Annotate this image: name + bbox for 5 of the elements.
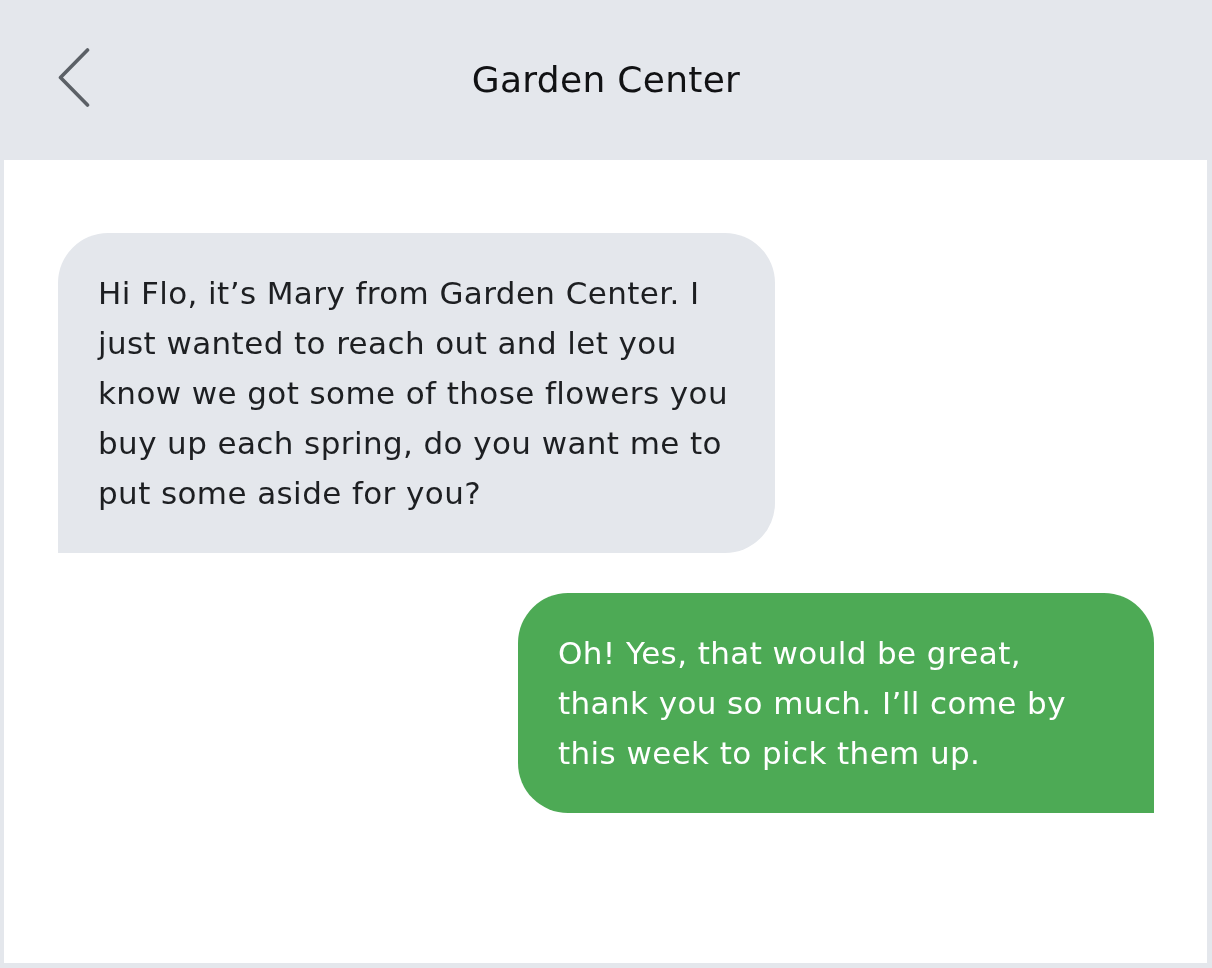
back-button[interactable] [58,48,90,107]
sent-message: Oh! Yes, that would be great, thank you so much. I’ll come by this week to pick them up. [518,593,1154,813]
chevron-left-icon [58,48,90,107]
chat-title: Garden Center [471,58,741,102]
received-message: Hi Flo, it’s Mary from Garden Center. I just wanted to reach out and let you know we got some of those flowers you buy up each spring, do you want me to put some aside for you? [58,233,775,553]
